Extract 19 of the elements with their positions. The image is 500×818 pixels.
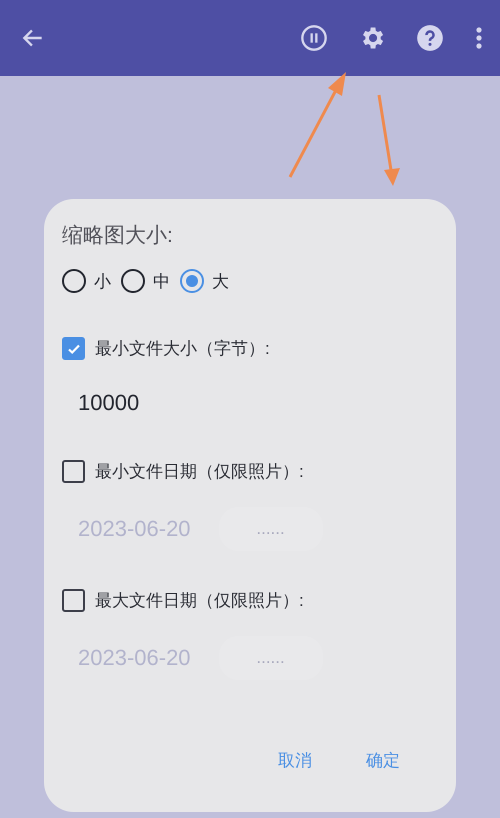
- more-button[interactable]: [474, 25, 484, 51]
- checkbox[interactable]: [62, 589, 85, 612]
- dialog-title: 缩略图大小:: [62, 223, 173, 249]
- checkbox-label: 最小文件日期（仅限照片）:: [95, 461, 304, 483]
- radio-label: 大: [212, 270, 229, 292]
- number-field[interactable]: 10000: [74, 384, 144, 422]
- checkbox[interactable]: [62, 460, 85, 483]
- radio-button[interactable]: [180, 269, 204, 293]
- cancel-button[interactable]: 取消: [270, 745, 320, 776]
- radio-button[interactable]: [121, 269, 145, 293]
- help-button[interactable]: [416, 24, 444, 52]
- checkbox-label: 最大文件日期（仅限照片）:: [95, 590, 304, 612]
- radio-label: 中: [153, 270, 170, 292]
- checkbox-label: 最小文件大小（字节）:: [95, 338, 270, 360]
- radio-button[interactable]: [62, 269, 86, 293]
- radio-label: 小: [94, 270, 111, 292]
- ok-button[interactable]: 确定: [358, 745, 408, 776]
- checkbox[interactable]: [62, 337, 85, 360]
- pause-button[interactable]: [300, 24, 328, 52]
